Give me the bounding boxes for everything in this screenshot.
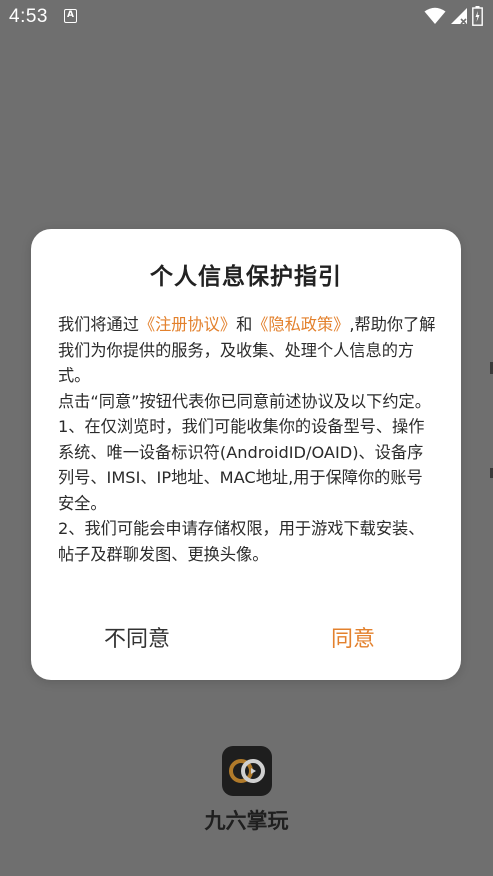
wifi-icon — [424, 7, 446, 24]
privacy-dialog: 个人信息保护指引 我们将通过《注册协议》和《隐私政策》,帮助你了解我们为你提供的… — [31, 229, 461, 680]
app-name: 九六掌玩 — [204, 809, 289, 833]
status-bar: 4:53 A — [0, 0, 493, 34]
intro-prefix: 我们将通过 — [58, 315, 139, 334]
app-logo-icon — [229, 759, 265, 783]
intro-paragraph: 我们将通过《注册协议》和《隐私政策》,帮助你了解我们为你提供的服务，及收集、处理… — [58, 312, 438, 389]
status-time: 4:53 — [9, 6, 48, 27]
disagree-button[interactable]: 不同意 — [104, 621, 170, 653]
intro-and: 和 — [236, 315, 253, 334]
browse-permission-paragraph: 1、在仅浏览时，我们可能收集你的设备型号、操作系统、唯一设备标识符(Androi… — [58, 417, 425, 513]
dialog-actions: 不同意 同意 — [31, 621, 461, 661]
dialog-body[interactable]: 我们将通过《注册协议》和《隐私政策》,帮助你了解我们为你提供的服务，及收集、处理… — [58, 312, 438, 576]
notification-icon: A — [64, 9, 77, 23]
app-logo — [222, 746, 272, 796]
signal-icon — [451, 8, 467, 25]
status-icons — [424, 6, 483, 26]
agree-button[interactable]: 同意 — [331, 621, 375, 653]
dialog-title: 个人信息保护指引 — [150, 264, 342, 290]
privacy-policy-link[interactable]: 《隐私政策》 — [252, 315, 349, 334]
consent-paragraph: 点击“同意”按钮代表你已同意前述协议及以下约定。 — [58, 391, 431, 411]
storage-permission-paragraph: 2、我们可能会申请存储权限，用于游戏下载安装、帖子及群聊发图、更换头像。 — [58, 519, 425, 564]
battery-icon — [472, 6, 483, 26]
terms-link[interactable]: 《注册协议》 — [139, 315, 236, 334]
